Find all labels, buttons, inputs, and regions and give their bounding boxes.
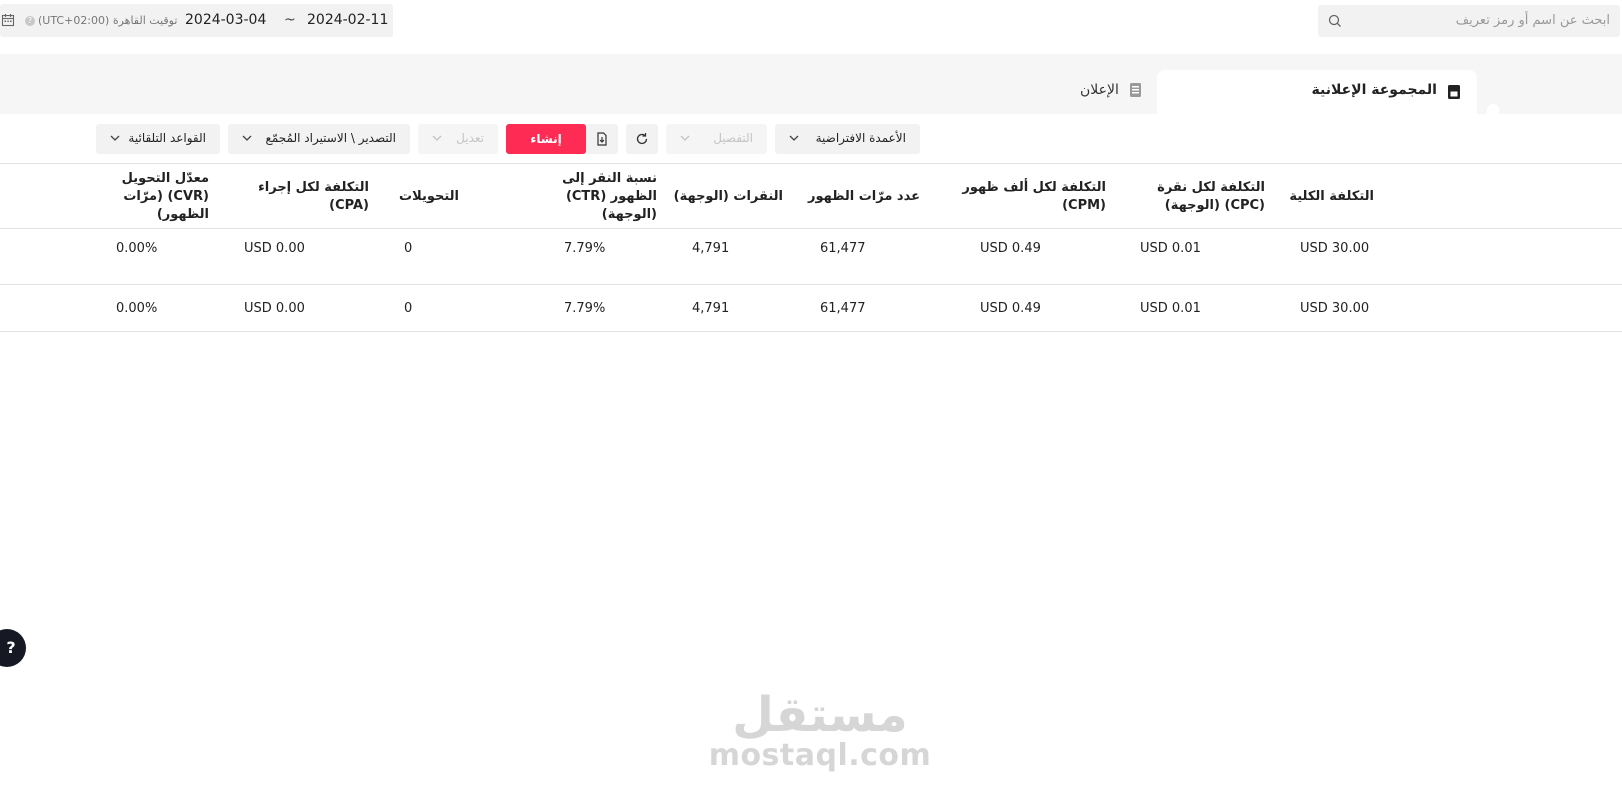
header-divider [0,228,1622,229]
chevron-down-icon [680,135,690,141]
cell-conversions: 0 [404,241,413,256]
breakdown-label: التفصيل [713,131,753,145]
cell-clicks: 4,791 [692,301,730,316]
create-label: إنشاء [530,132,562,146]
cell-impressions: 61,477 [820,241,866,256]
refresh-button[interactable] [626,124,658,154]
search-input[interactable]: ابحث عن اسم أو رمز تعريف [1318,5,1620,37]
cell-conversions: 0 [404,301,413,316]
table-bottom-border [0,331,1622,332]
watermark: مستقل mostaql.com [700,690,940,772]
column-header-impressions[interactable]: عدد مرّات الظهور [780,188,920,206]
create-button[interactable]: إنشاء [506,124,586,154]
date-separator: ~ [284,12,296,28]
cell-ctr: 7.79% [564,301,606,316]
export-import-dropdown[interactable]: التصدير \ الاستيراد المُجمّع [228,124,410,154]
cell-clicks: 4,791 [692,241,730,256]
auto-rules-dropdown[interactable]: القواعد التلقائية [96,124,220,154]
tab-ad-group[interactable]: المجموعة الإعلانية [1157,70,1477,114]
level-tabs: المجموعة الإعلانية الإعلان [0,54,1622,114]
download-report-button[interactable] [586,124,618,154]
chevron-down-icon [110,135,120,141]
cell-ctr: 7.79% [564,241,606,256]
cell-cpm: USD 0.49 [980,301,1041,316]
breakdown-dropdown[interactable]: التفصيل [666,124,767,154]
help-button[interactable]: ? [0,629,26,667]
cell-cpc: USD 0.01 [1140,301,1201,316]
edit-label: تعديل [456,131,484,145]
question-icon: ? [6,638,16,657]
default-columns-dropdown[interactable]: الأعمدة الافتراضية [775,124,920,154]
column-header-cpc[interactable]: التكلفة لكل نقرة (CPC) (الوجهة) [1125,179,1265,215]
watermark-arabic: مستقل [732,687,908,743]
cell-total-cost: USD 30.00 [1300,301,1370,316]
column-header-clicks[interactable]: النقرات (الوجهة) [663,188,783,206]
cell-impressions: 61,477 [820,301,866,316]
ad-icon [1130,83,1141,97]
watermark-latin: mostaql.com [708,738,932,773]
tab-ad-group-label: المجموعة الإعلانية [1311,82,1437,98]
ad-group-icon [1448,85,1460,99]
auto-rules-label: القواعد التلقائية [128,131,206,145]
column-header-ctr[interactable]: نسبة النقر إلى الظهور (CTR) (الوجهة) [542,170,657,224]
cell-cpc: USD 0.01 [1140,241,1201,256]
search-icon [1328,14,1341,27]
column-header-cvr[interactable]: معدّل التحويل (CVR) (مرّات الظهور) [109,170,209,224]
table-top-border [0,163,1622,164]
chevron-down-icon [432,135,442,141]
cell-cpa: USD 0.00 [244,301,305,316]
end-date[interactable]: 2024-03-04 [185,12,266,28]
calendar-icon [1,14,15,27]
search-placeholder: ابحث عن اسم أو رمز تعريف [1455,13,1610,28]
file-download-icon [597,132,607,146]
cell-cvr: 0.00% [116,301,158,316]
cell-total-cost: USD 30.00 [1300,241,1370,256]
column-header-cpm[interactable]: التكلفة لكل ألف ظهور (CPM) [946,179,1106,215]
tab-notch [1487,104,1499,114]
info-icon: ? [25,16,35,26]
row-divider [0,284,1622,285]
start-date[interactable]: 2024-02-11 [307,12,388,28]
edit-dropdown[interactable]: تعديل [418,124,498,154]
cell-cvr: 0.00% [116,241,158,256]
default-columns-label: الأعمدة الافتراضية [815,131,906,145]
timezone-label: (UTC+02:00) توقيت القاهرة [38,14,178,27]
chevron-down-icon [242,135,252,141]
cell-cpm: USD 0.49 [980,241,1041,256]
date-range-picker[interactable]: ? (UTC+02:00) توقيت القاهرة 2024-03-04 ~… [0,4,393,37]
tab-ad-label: الإعلان [1080,82,1119,98]
column-header-cpa[interactable]: التكلفة لكل إجراء (CPA) [229,179,369,215]
refresh-icon [636,133,648,145]
chevron-down-icon [789,135,799,141]
cell-cpa: USD 0.00 [244,241,305,256]
export-import-label: التصدير \ الاستيراد المُجمّع [265,131,396,145]
